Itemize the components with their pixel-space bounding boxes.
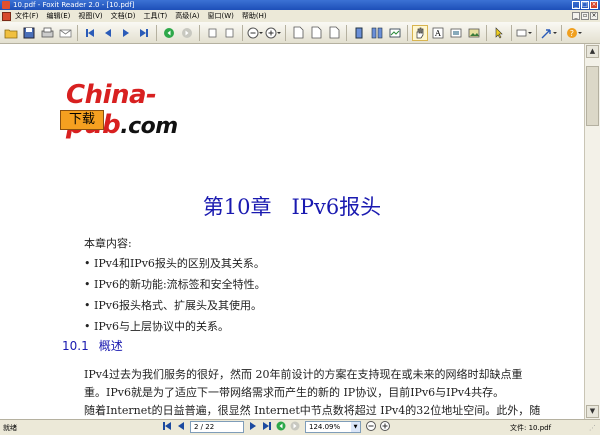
menu-advanced[interactable]: 高级(A)	[171, 11, 203, 21]
first-page-icon[interactable]	[82, 25, 98, 41]
maximize-button[interactable]: □	[581, 1, 589, 9]
previous-page-button[interactable]	[175, 421, 187, 433]
chevron-down-icon[interactable]: ▼	[351, 422, 360, 432]
list-item: • IPv6报头格式、扩展头及其使用。	[84, 299, 262, 312]
chapter-number: 第10章	[202, 195, 272, 219]
minimize-button[interactable]: _	[572, 1, 580, 9]
download-button[interactable]: 下载	[60, 110, 104, 130]
save-icon[interactable]	[21, 25, 37, 41]
file-name-label: 文件: 10.pdf	[510, 424, 552, 432]
doc-close-button[interactable]: ×	[590, 12, 598, 20]
scroll-up-button[interactable]: ▲	[586, 45, 599, 58]
toolbar: A ?	[0, 22, 600, 44]
section-heading: 10.1 概述	[62, 337, 123, 354]
chapter-heading: 第10章 IPv6报头	[0, 191, 584, 221]
app-icon	[2, 1, 10, 9]
resize-grip-icon[interactable]: ⋰	[589, 424, 599, 434]
forward-button[interactable]	[289, 421, 301, 433]
document-icon[interactable]	[2, 11, 11, 21]
hand-tool-icon[interactable]	[412, 24, 428, 41]
status-text: 就绪	[3, 424, 17, 432]
zoom-select[interactable]: 124.09% ▼	[305, 421, 361, 433]
go-back-icon[interactable]	[161, 25, 177, 41]
section-number: 10.1	[62, 339, 89, 353]
fit-page-icon[interactable]	[308, 25, 324, 41]
rotate-left-icon[interactable]	[204, 25, 220, 41]
last-page-icon[interactable]	[136, 25, 152, 41]
zoom-value: 124.09%	[309, 423, 341, 431]
menu-bar: 文件(F) 编辑(E) 视图(V) 文档(D) 工具(T) 高级(A) 窗口(W…	[0, 10, 600, 22]
annotate-icon[interactable]	[516, 25, 532, 41]
next-page-button[interactable]	[247, 421, 259, 433]
open-icon[interactable]	[3, 25, 19, 41]
rotate-right-icon[interactable]	[222, 25, 238, 41]
document-viewport[interactable]: China-pub.com 下载 第10章IPv6报头 本章内容: • IPv4…	[0, 44, 600, 419]
doc-restore-button[interactable]: ▫	[581, 12, 589, 20]
menu-tools[interactable]: 工具(T)	[140, 11, 172, 21]
close-button[interactable]: ×	[590, 1, 598, 9]
svg-text:?: ?	[570, 29, 574, 38]
paragraph-line: IPv4过去为我们服务的很好，然而 20年前设计的方案在支持现在或未来的网络时却…	[84, 368, 523, 381]
continuous-icon[interactable]	[369, 25, 385, 41]
section-title: 概述	[98, 339, 123, 353]
zoom-in-button[interactable]	[379, 421, 391, 433]
help-icon[interactable]: ?	[566, 25, 582, 41]
menu-window[interactable]: 窗口(W)	[204, 11, 238, 21]
list-item: • IPv4和IPv6报头的区别及其关系。	[84, 257, 265, 270]
svg-text:A: A	[434, 29, 441, 38]
single-page-icon[interactable]	[351, 25, 367, 41]
status-bar: 就绪 2 / 22 124.09% ▼ 文件: 10.pdf ⋰	[0, 419, 600, 435]
chapter-title: IPv6报头	[291, 195, 382, 219]
email-icon[interactable]	[57, 25, 73, 41]
first-page-button[interactable]	[161, 421, 173, 433]
list-item: • IPv6的新功能:流标签和安全特性。	[84, 278, 266, 291]
pointer-icon[interactable]	[491, 25, 507, 41]
scroll-thumb[interactable]	[586, 66, 599, 126]
menu-file[interactable]: 文件(F)	[11, 11, 43, 21]
image-icon[interactable]	[466, 25, 482, 41]
bullet-list: • IPv4和IPv6报头的区别及其关系。 • IPv6的新功能:流标签和安全特…	[84, 255, 266, 339]
last-page-button[interactable]	[261, 421, 273, 433]
arrow-tool-icon[interactable]	[541, 25, 557, 41]
menu-view[interactable]: 视图(V)	[74, 11, 106, 21]
menu-help[interactable]: 帮助(H)	[238, 11, 271, 21]
window-title: 10.pdf - Foxit Reader 2.0 - [10.pdf]	[13, 1, 135, 9]
page-number-input[interactable]: 2 / 22	[190, 421, 244, 433]
next-page-icon[interactable]	[118, 25, 134, 41]
vertical-scrollbar[interactable]: ▲ ▼	[584, 44, 600, 419]
print-icon[interactable]	[39, 25, 55, 41]
menu-document[interactable]: 文档(D)	[107, 11, 140, 21]
go-forward-icon[interactable]	[179, 25, 195, 41]
paragraph-line: 随着Internet的日益普遍，很显然 Internet中节点数将超过 IPv4…	[84, 404, 541, 417]
list-item: • IPv6与上层协议中的关系。	[84, 320, 229, 333]
zoom-in-icon[interactable]	[265, 25, 281, 41]
actual-size-icon[interactable]	[290, 25, 306, 41]
snapshot-icon[interactable]	[448, 25, 464, 41]
fit-width-icon[interactable]	[326, 25, 342, 41]
pdf-page: China-pub.com 下载 第10章IPv6报头 本章内容: • IPv4…	[0, 44, 584, 419]
doc-minimize-button[interactable]: _	[572, 12, 580, 20]
select-text-icon[interactable]: A	[430, 25, 446, 41]
page-navigation: 2 / 22 124.09% ▼	[160, 421, 392, 433]
facing-icon[interactable]	[387, 25, 403, 41]
back-button[interactable]	[275, 421, 287, 433]
logo-suffix: .com	[120, 114, 178, 139]
menu-edit[interactable]: 编辑(E)	[43, 11, 75, 21]
scroll-down-button[interactable]: ▼	[586, 405, 599, 418]
zoom-out-icon[interactable]	[247, 25, 263, 41]
chapter-intro: 本章内容:	[84, 237, 132, 250]
paragraph-line: 重。IPv6就是为了适应下一带网络需求而产生的新的 IP协议，目前IPv6与IP…	[84, 386, 505, 399]
previous-page-icon[interactable]	[100, 25, 116, 41]
zoom-out-button[interactable]	[365, 421, 377, 433]
title-bar: 10.pdf - Foxit Reader 2.0 - [10.pdf] _ □…	[0, 0, 600, 10]
